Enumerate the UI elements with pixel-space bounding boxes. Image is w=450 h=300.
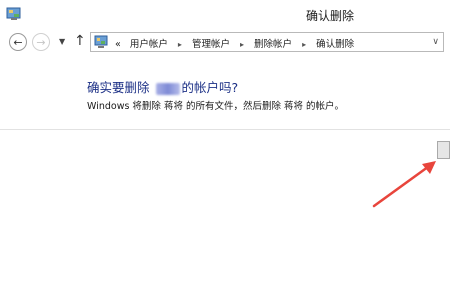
navigation-bar: ← → ▼ ↑ « 用户帐户 ▸ 管理帐户 ▸ 删除帐户 ▸ 确认删除 ∨ (0, 30, 450, 54)
breadcrumb-item-delete-account[interactable]: 删除帐户 (254, 39, 292, 50)
red-arrow-annotation-icon (372, 161, 436, 208)
breadcrumb-separator-icon[interactable]: ▸ (178, 40, 182, 49)
breadcrumb-item-confirm-delete[interactable]: 确认删除 (316, 39, 354, 50)
confirmation-panel: 确实要删除 的帐户吗? Windows 将删除 蒋将 的所有文件，然后删除 蒋将… (0, 54, 450, 130)
window-title: 确认删除 (305, 9, 354, 23)
title-bar: 确认删除 (0, 0, 450, 30)
forward-arrow-icon: → (36, 35, 46, 49)
address-bar[interactable]: « 用户帐户 ▸ 管理帐户 ▸ 删除帐户 ▸ 确认删除 ∨ (90, 32, 444, 52)
forward-button[interactable]: → (32, 33, 50, 51)
confirmation-description: Windows 将删除 蒋将 的所有文件，然后删除 蒋将 的帐户。 (87, 101, 345, 112)
breadcrumb-separator-icon[interactable]: ▸ (302, 40, 306, 49)
back-button[interactable]: ← (9, 33, 27, 51)
confirmation-heading: 确实要删除 的帐户吗? (87, 77, 238, 96)
back-arrow-icon: ← (13, 35, 23, 49)
redacted-username (155, 82, 180, 95)
control-panel-small-icon (94, 35, 108, 48)
recent-locations-dropdown-icon[interactable]: ▼ (59, 37, 65, 46)
breadcrumb-overflow[interactable]: « (115, 39, 121, 50)
question-prefix: 确实要删除 (87, 80, 150, 95)
up-arrow-icon[interactable]: ↑ (74, 33, 86, 49)
question-suffix: 的帐户吗? (181, 80, 239, 95)
breadcrumb-item-user-accounts[interactable]: 用户帐户 (130, 39, 168, 50)
address-dropdown-icon[interactable]: ∨ (432, 37, 439, 47)
breadcrumb-item-manage-accounts[interactable]: 管理帐户 (192, 39, 230, 50)
breadcrumb-separator-icon[interactable]: ▸ (240, 40, 244, 49)
breadcrumb: « 用户帐户 ▸ 管理帐户 ▸ 删除帐户 ▸ 确认删除 (115, 36, 354, 50)
